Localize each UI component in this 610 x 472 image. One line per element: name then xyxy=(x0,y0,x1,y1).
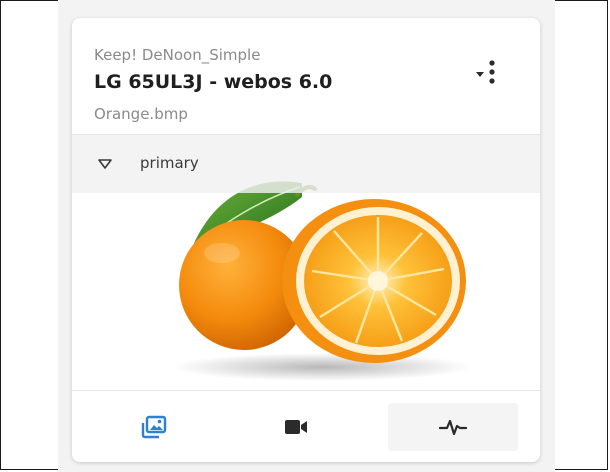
device-title: LG 65UL3J - webos 6.0 xyxy=(94,71,333,93)
more-vertical-icon xyxy=(489,60,495,84)
primary-section-bar[interactable]: primary xyxy=(72,135,540,193)
card-menu-button[interactable] xyxy=(472,58,506,88)
card-header: Keep! DeNoon_Simple LG 65UL3J - webos 6.… xyxy=(72,18,540,134)
signal-button[interactable] xyxy=(388,403,518,451)
card-toolbar xyxy=(72,391,540,462)
image-preview: primary xyxy=(72,135,540,407)
video-camera-icon xyxy=(285,420,307,434)
primary-label: primary xyxy=(140,154,199,172)
video-button[interactable] xyxy=(236,403,356,451)
brand-label: Keep! DeNoon_Simple xyxy=(94,46,261,64)
images-button[interactable] xyxy=(94,403,214,451)
file-name: Orange.bmp xyxy=(94,105,188,123)
waveform-icon xyxy=(439,419,467,436)
collapse-triangle-icon[interactable] xyxy=(98,158,112,170)
images-icon xyxy=(141,415,167,439)
caret-down-icon xyxy=(476,72,484,77)
device-card: Keep! DeNoon_Simple LG 65UL3J - webos 6.… xyxy=(72,18,540,462)
